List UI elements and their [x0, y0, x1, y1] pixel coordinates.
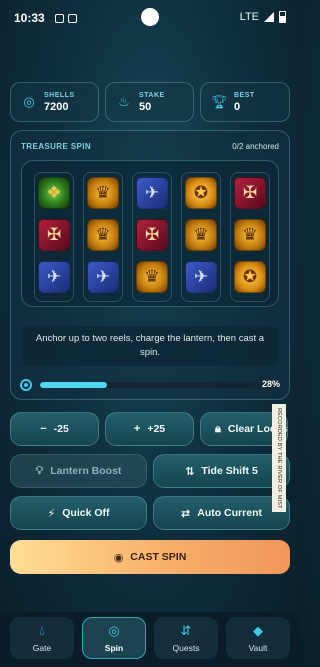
symbol-mask-icon: ♛: [87, 219, 119, 251]
symbol-mask-icon: ♛: [136, 261, 168, 293]
lantern-charge: 28%: [20, 378, 282, 392]
bolt-icon: ⚡︎: [47, 507, 56, 520]
battery-icon: [279, 11, 286, 23]
increase-stake-button[interactable]: + +25: [105, 412, 194, 446]
symbol-mask-icon: ♛: [185, 219, 217, 251]
decrease-label: -25: [53, 423, 69, 435]
droplet-icon: 💧︎: [39, 623, 45, 638]
camera-cutout: [141, 8, 159, 26]
status-indicators: LTE: [240, 11, 286, 23]
quick-off-button[interactable]: ⚡︎ Quick Off: [10, 496, 147, 530]
cast-spin-button[interactable]: ◉ CAST SPIN: [10, 540, 290, 574]
symbol-cross-icon: ✠: [234, 177, 266, 209]
stat-value: 0: [234, 100, 241, 113]
nav-quests[interactable]: ⇵ Quests: [154, 617, 218, 659]
lantern-icon: [20, 379, 32, 391]
symbol-blade-icon: ✈: [38, 261, 70, 293]
symbol-mask-icon: ♛: [234, 219, 266, 251]
tide-shift-label: Tide Shift 5: [201, 465, 258, 477]
signal-icon: [264, 12, 274, 22]
spin-icon: ◉: [113, 551, 124, 564]
notification-icon: [54, 13, 64, 23]
lantern-boost-label: Lantern Boost: [50, 465, 122, 477]
bulb-icon: 💡︎: [35, 464, 44, 477]
symbol-coin-icon: ✪: [185, 177, 217, 209]
symbol-crest-icon: ❖: [38, 177, 70, 209]
stat-stake: ♨ STAKE 50: [105, 82, 194, 122]
auto-current-button[interactable]: ⇄ Auto Current: [153, 496, 290, 530]
nav-vault[interactable]: ◆ Vault: [226, 617, 290, 659]
nav-spin[interactable]: ◎ Spin: [82, 617, 146, 659]
minus-icon: −: [40, 423, 47, 435]
auto-current-label: Auto Current: [197, 507, 262, 519]
stat-value: 50: [139, 100, 152, 113]
symbol-blade-icon: ✈: [87, 261, 119, 293]
charge-fill: [40, 382, 107, 388]
stat-best: 🏆︎ BEST 0: [200, 82, 290, 122]
symbol-mask-icon: ♛: [87, 177, 119, 209]
cast-spin-label: CAST SPIN: [130, 551, 187, 563]
increase-label: +25: [147, 423, 166, 435]
stat-value: 7200: [44, 100, 69, 113]
nav-label: Vault: [248, 643, 268, 653]
anchored-count: 0/2 anchored: [232, 142, 279, 151]
nav-label: Spin: [104, 643, 124, 653]
hint-text: Anchor up to two reels, charge the lante…: [21, 326, 279, 366]
tide-shift-button[interactable]: ⇅ Tide Shift 5: [153, 454, 290, 488]
quests-icon: ⇵: [180, 623, 192, 638]
nav-label: Gate: [32, 643, 52, 653]
plus-icon: +: [133, 423, 141, 435]
quick-off-label: Quick Off: [62, 507, 110, 519]
swap-vertical-icon: ⇅: [185, 465, 195, 478]
stat-shells: ◎ SHELLS 7200: [10, 82, 99, 122]
flame-icon: ♨: [118, 94, 130, 109]
symbol-cross-icon: ✠: [38, 219, 70, 251]
shells-icon: ◎: [23, 94, 35, 109]
nav-gate[interactable]: 💧︎ Gate: [10, 617, 74, 659]
spin-icon: ◎: [108, 623, 120, 638]
panel-title: TREASURE SPIN: [21, 142, 92, 151]
repeat-icon: ⇄: [181, 507, 191, 520]
network-label: LTE: [239, 11, 259, 23]
symbol-blade-icon: ✈: [185, 261, 217, 293]
stat-label: SHELLS: [44, 91, 75, 99]
charge-track: [40, 382, 278, 388]
trophy-icon: 🏆︎: [211, 94, 228, 109]
stat-label: BEST: [234, 91, 255, 99]
symbol-cross-icon: ✠: [136, 219, 168, 251]
nav-label: Quests: [172, 643, 200, 653]
lantern-boost-button[interactable]: 💡︎ Lantern Boost: [10, 454, 147, 488]
symbol-coin-icon: ✪: [234, 261, 266, 293]
status-time: 10:33: [14, 11, 45, 25]
stat-label: STAKE: [139, 91, 165, 99]
charge-percent: 28%: [261, 379, 280, 389]
lock-icon: 🔒︎: [215, 422, 221, 435]
side-note: RECORDED BY THE RIVER OF MIST LOG: [272, 404, 286, 512]
app-notification-icon: [67, 13, 77, 23]
decrease-stake-button[interactable]: − -25: [10, 412, 99, 446]
gem-icon: ◆: [253, 623, 263, 638]
symbol-blade-icon: ✈: [136, 177, 168, 209]
